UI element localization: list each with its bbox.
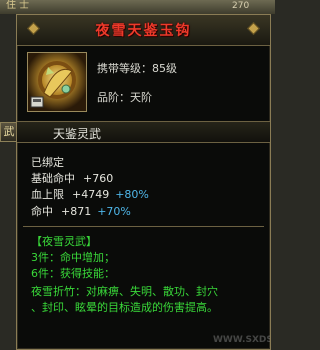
- item-subname: 天鉴灵武: [53, 127, 102, 141]
- level-requirement: 携带等级：85级: [97, 62, 177, 75]
- stat-percent: +70%: [97, 205, 131, 218]
- stat-value: +871: [61, 205, 92, 218]
- tooltip-header: 夜雪天鉴玉钩: [17, 15, 270, 46]
- stat-row: 基础命中 +760: [31, 172, 113, 186]
- stat-percent: +80%: [115, 188, 149, 201]
- stat-label: 命中: [31, 205, 53, 218]
- set-title: 【夜雪灵武】: [31, 235, 97, 248]
- background-top-bar: 住 士 270: [0, 0, 275, 14]
- item-icon[interactable]: [27, 52, 87, 112]
- jade-hook-icon: [28, 53, 86, 111]
- stat-label: 血上限: [31, 188, 64, 201]
- stat-value: +760: [83, 172, 114, 185]
- set-bonus-3: 3件：命中增加；: [31, 251, 115, 264]
- background-top-text: 住 士: [6, 0, 30, 11]
- stat-value: +4749: [72, 188, 110, 201]
- set-bonus-6: 6件：获得技能：: [31, 267, 115, 280]
- item-subheader: 天鉴灵武: [17, 121, 270, 143]
- item-grade: 品阶：天阶: [97, 91, 152, 104]
- bound-status: 已绑定: [31, 156, 64, 169]
- item-tooltip: 夜雪天鉴玉钩 携带等级：85级 品阶：天阶 天鉴灵武 已绑定 基础命中 +760…: [16, 14, 271, 350]
- stat-label: 基础命中: [31, 172, 75, 185]
- section-divider: [23, 226, 264, 227]
- set-skill-line-2: 、封印、眩晕的目标造成的伤害提高。: [31, 301, 218, 314]
- stat-row: 命中 +871 +70%: [31, 205, 131, 219]
- stat-row: 血上限 +4749 +80%: [31, 188, 149, 202]
- watermark: WWW.SXDS.COM: [213, 335, 270, 345]
- background-top-number: 270: [232, 1, 250, 11]
- item-name: 夜雪天鉴玉钩: [95, 23, 192, 39]
- set-skill-line-1: 夜雪折竹：对麻痹、失明、散功、封穴: [31, 285, 218, 298]
